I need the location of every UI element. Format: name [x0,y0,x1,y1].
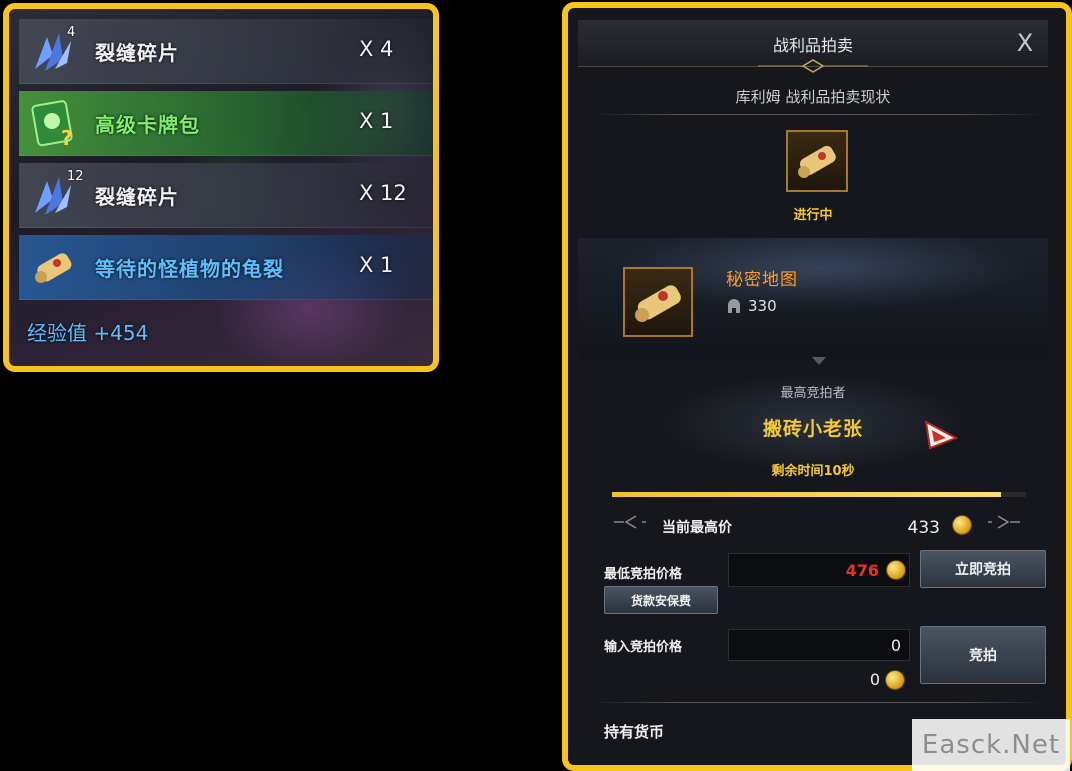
item-quantity: X 4 [359,37,394,61]
time-progress-bar [612,492,1026,497]
stack-count: 12 [67,169,84,184]
min-bid-value: 476 [845,561,879,580]
item-name: 等待的怪植物的龟裂 [95,257,284,281]
highest-bidder-name: 搬砖小老张 [762,418,863,440]
min-bid-display: 476 [728,553,910,587]
min-bid-label: 最低竞拍价格 [604,567,683,582]
arrow-down-icon [812,357,826,365]
bid-price-input[interactable]: 0 [728,629,910,661]
auction-panel: 战利品拍卖 X 库利姆 战利品拍卖现状 进行中 秘密地图 330 最高竞拍者 搬… [562,2,1072,771]
current-price-value: 433 [907,518,940,538]
card-pack-icon: ? [31,100,73,149]
loot-row: 12 裂缝碎片 X 12 [19,163,433,228]
item-name: 裂缝碎片 [95,185,179,209]
loot-row: 等待的怪植物的龟裂 X 1 [19,235,433,300]
bid-coin-value: 0 [869,670,880,689]
remaining-time: 剩余时间10秒 [771,464,855,479]
window-title: 战利品拍卖 [772,36,853,55]
bid-flag-icon [924,420,958,450]
item-quantity: X 1 [359,253,394,277]
divider [590,702,1046,703]
gold-coin-icon [953,516,971,534]
scroll-icon [35,253,72,283]
gold-coin-icon [887,561,905,579]
bid-button[interactable]: 竞拍 [920,626,1046,684]
scroll-icon [798,145,836,178]
title-bar: 战利品拍卖 X [578,20,1048,73]
input-bid-label: 输入竞拍价格 [604,640,683,655]
watermark: Easck.Net [912,719,1070,771]
gold-coin-icon [886,671,904,689]
wing-ornament-icon [988,515,1020,529]
item-quantity: X 1 [359,109,394,133]
deposit-button[interactable]: 货款安保费 [604,586,718,614]
experience-gain: 经验值 +454 [27,321,149,345]
holdings-label: 持有货币 [604,723,665,741]
auction-status: 进行中 [793,208,833,223]
instant-bid-button[interactable]: 立即竞拍 [920,550,1046,588]
status-item-slot [786,130,848,192]
item-name: 裂缝碎片 [95,41,179,65]
bid-input-value: 0 [890,636,901,655]
auction-item-level: 330 [748,297,777,315]
close-button[interactable]: X [1010,28,1040,58]
auction-item-slot[interactable] [623,267,693,337]
item-quantity: X 12 [359,181,407,205]
loot-row: ? 高级卡牌包 X 1 [19,91,433,156]
ornament-icon [758,59,868,73]
current-price-label: 当前最高价 [662,520,732,536]
item-name: 高级卡牌包 [95,113,200,137]
wing-ornament-icon [614,515,646,529]
divider [590,114,1046,115]
svg-text:?: ? [61,126,73,149]
loot-row: 4 裂缝碎片 X 4 [19,19,433,84]
auction-subtitle: 库利姆 战利品拍卖现状 [735,88,891,106]
stack-count: 4 [67,25,76,40]
bid-coin-total: 0 [728,665,910,695]
highest-bidder-label: 最高竞拍者 [780,386,846,401]
auction-item-name: 秘密地图 [726,270,798,290]
helmet-icon [728,299,740,313]
loot-panel: 4 裂缝碎片 X 4 ? 高级卡牌包 X 1 12 裂缝碎片 X 12 等待的怪… [3,3,439,372]
scroll-icon [635,285,681,322]
time-progress-fill [612,492,1002,497]
